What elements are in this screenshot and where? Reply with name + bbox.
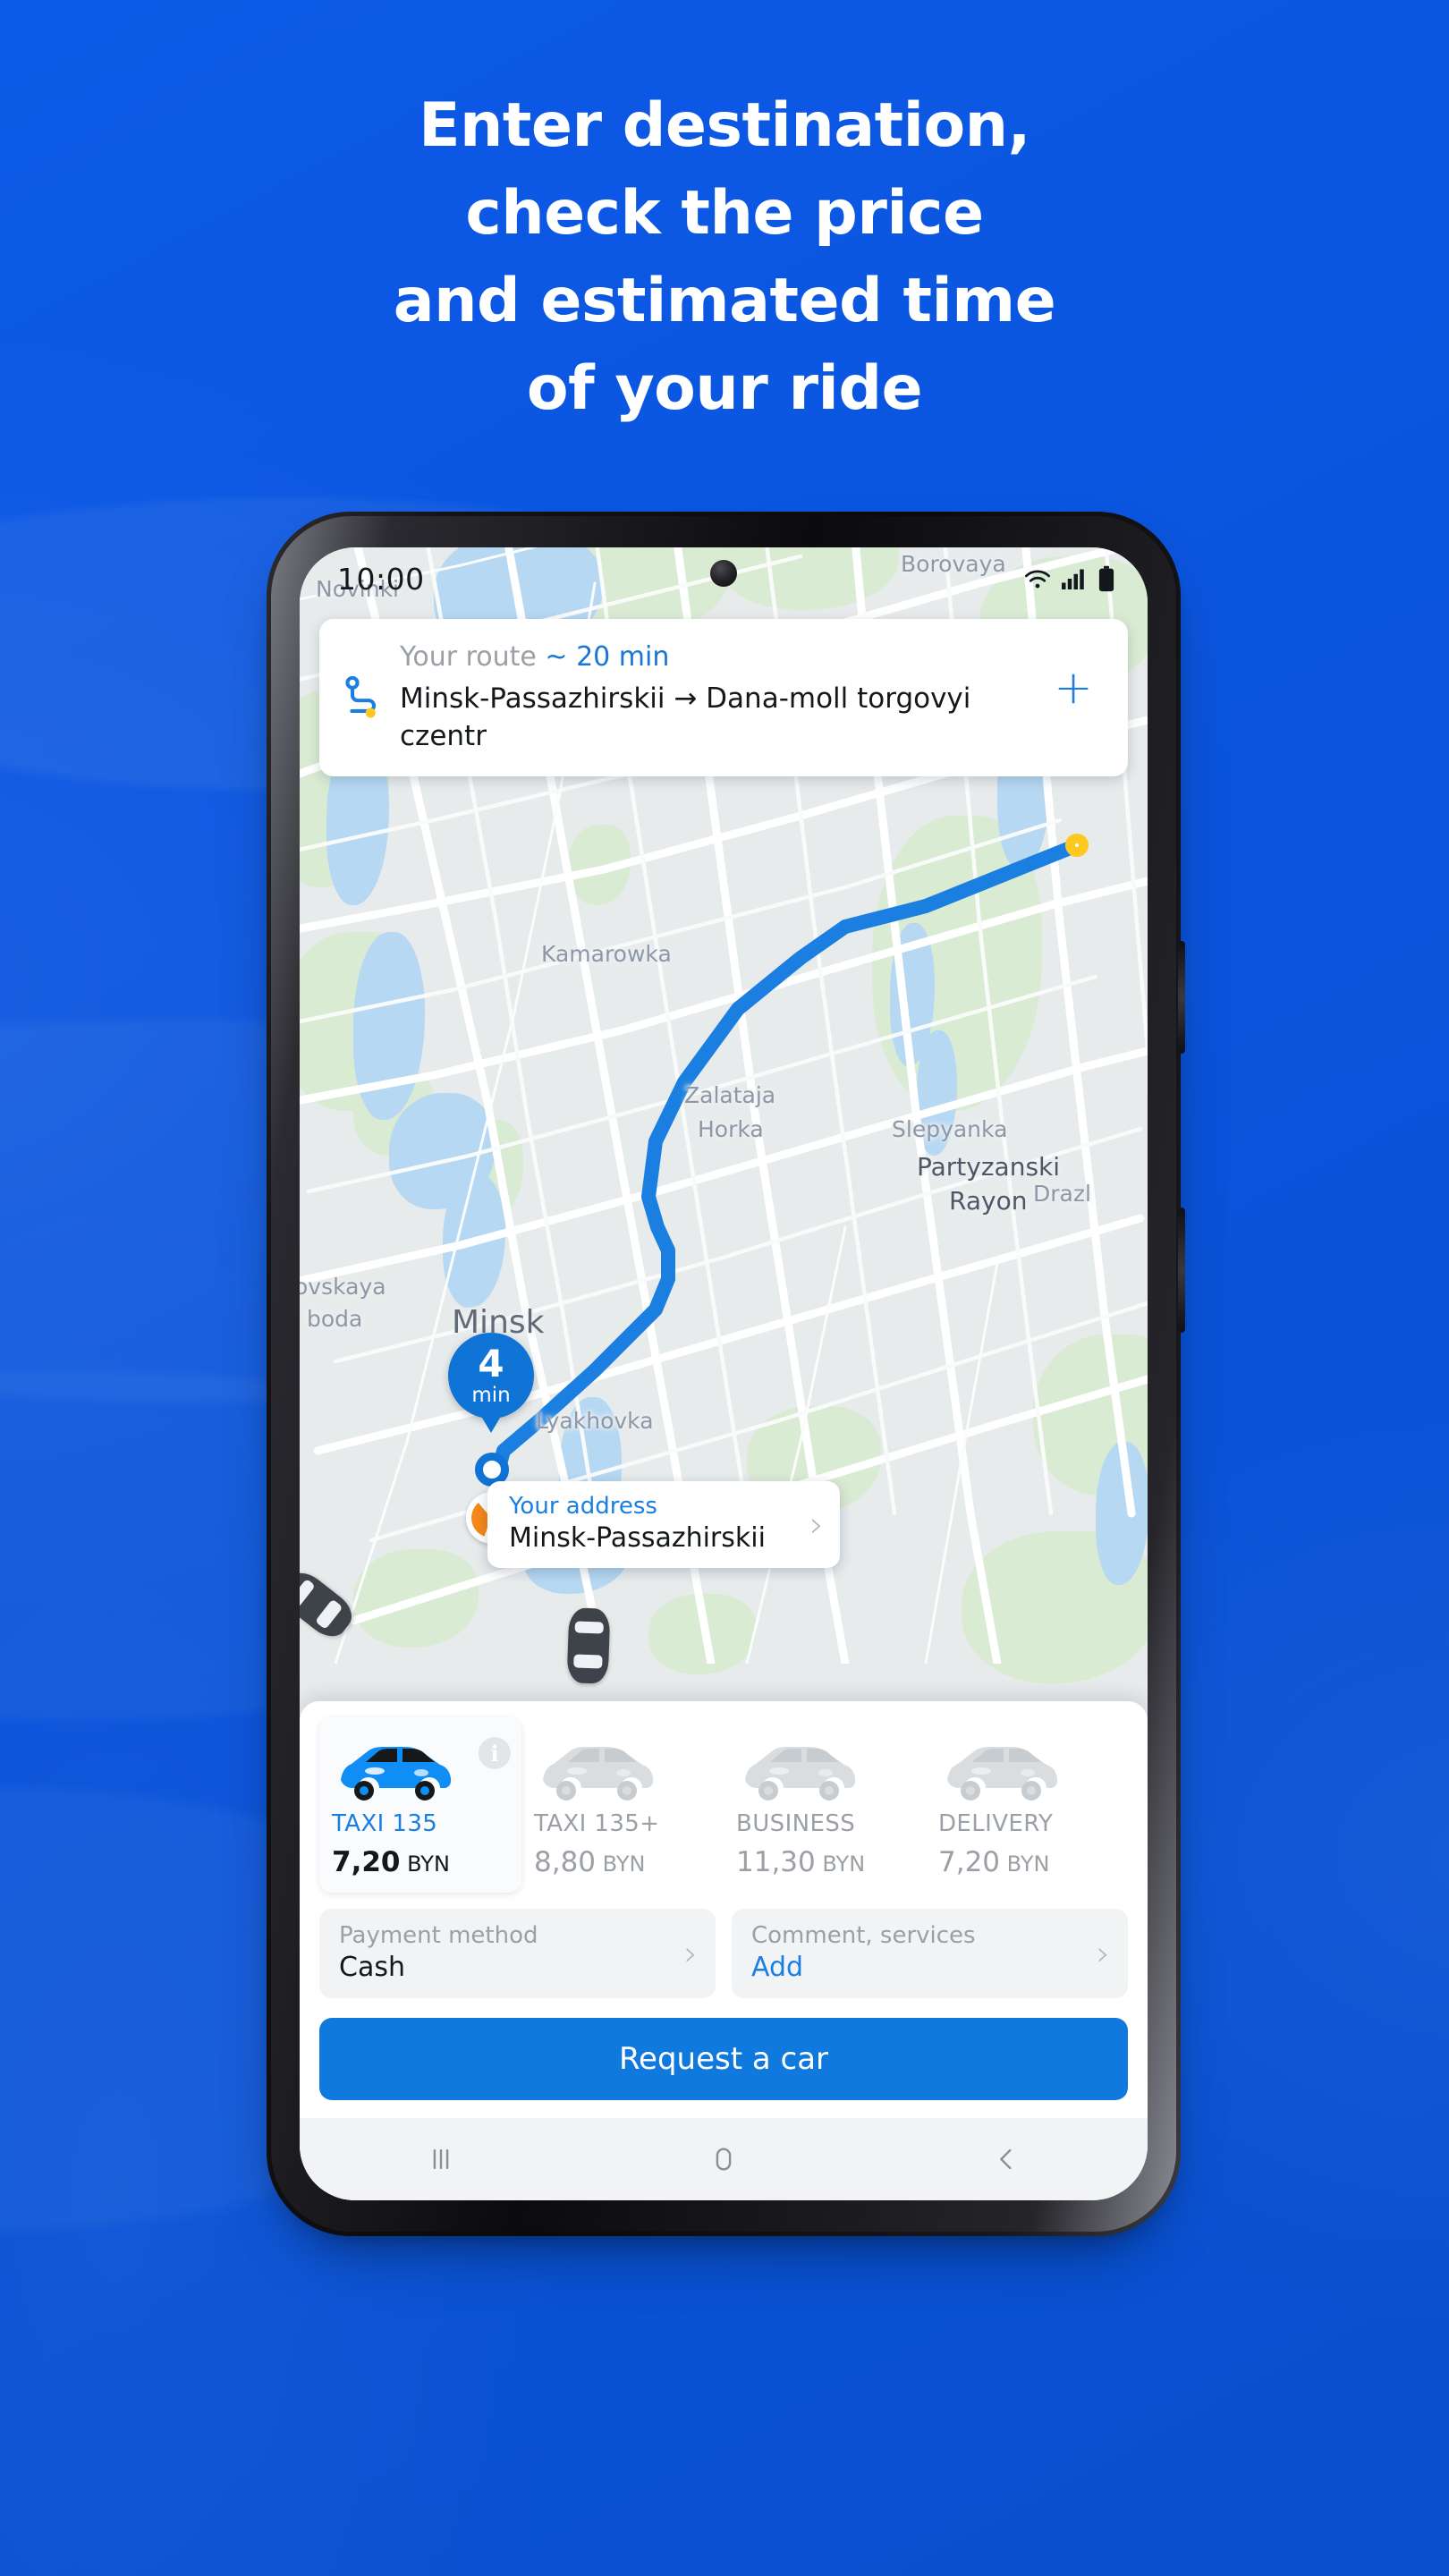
- address-value: Minsk-Passazhirskii: [509, 1522, 766, 1554]
- tariff-price-value: 8,80: [534, 1846, 597, 1878]
- route-label: Your route: [400, 641, 537, 673]
- option-comment-services[interactable]: Comment, services Add ›: [732, 1909, 1128, 1998]
- tariff-option-business[interactable]: BUSINESS 11,30 BYN: [724, 1717, 926, 1893]
- tariff-price: 7,20 BYN: [332, 1846, 514, 1878]
- option-payment-method[interactable]: Payment method Cash ›: [319, 1909, 716, 1998]
- map-label: Horka: [698, 1116, 764, 1142]
- tariff-currency: BYN: [1000, 1852, 1050, 1877]
- home-icon[interactable]: [670, 2144, 777, 2174]
- route-path-icon: [345, 675, 377, 718]
- tariff-name: DELIVERY: [938, 1810, 1054, 1837]
- map-label: Zalataja: [684, 1082, 776, 1108]
- chevron-right-icon: ›: [683, 1934, 698, 1973]
- bottom-sheet: i TAXI 135 7,20 BYN TAXI 135+ 8,80 BYN BUSINE…: [300, 1701, 1148, 2200]
- tariff-price-value: 7,20: [938, 1846, 1001, 1878]
- driver-car-marker[interactable]: [566, 1607, 611, 1684]
- route-icon: [343, 639, 394, 723]
- map-label: ovskaya: [300, 1274, 386, 1300]
- map-label: Kamarowka: [541, 941, 672, 967]
- map-label: Partyzanski: [917, 1152, 1061, 1182]
- volume-button[interactable]: [1178, 941, 1185, 1054]
- option-value: Cash: [339, 1952, 405, 1983]
- tariff-currency: BYN: [400, 1852, 450, 1877]
- car-illustration: [736, 1730, 919, 1807]
- option-value: Add: [751, 1952, 804, 1983]
- page-title: Enter destination, check the price and e…: [0, 82, 1449, 433]
- tariff-selector[interactable]: i TAXI 135 7,20 BYN TAXI 135+ 8,80 BYN BUSINE…: [319, 1717, 1128, 1893]
- map-label: boda: [307, 1306, 363, 1332]
- route-eta-line: Your route ~ 20 min: [400, 639, 1042, 676]
- wifi-icon: [1025, 570, 1051, 589]
- tariff-option-delivery[interactable]: DELIVERY 7,20 BYN: [926, 1717, 1128, 1893]
- option-label: Comment, services: [751, 1922, 976, 1949]
- tariff-currency: BYN: [815, 1852, 866, 1877]
- eta-pin: 4 min: [448, 1333, 534, 1419]
- phone-screen: Novinki Borovaya Kamarowka Zalataja Horka Sle…: [300, 547, 1148, 2200]
- headline-line-1: Enter destination,: [419, 90, 1030, 161]
- tariff-option-taxi-135[interactable]: TAXI 135+ 8,80 BYN: [521, 1717, 724, 1893]
- eta-pin-value: 4: [478, 1342, 504, 1385]
- add-stop-button[interactable]: +: [1042, 639, 1105, 737]
- map-label: Rayon: [949, 1186, 1028, 1216]
- tariff-price: 8,80 BYN: [534, 1846, 716, 1878]
- tariff-option-taxi-135[interactable]: i TAXI 135 7,20 BYN: [319, 1717, 521, 1893]
- recents-icon[interactable]: [387, 2144, 495, 2174]
- map-label: Slepyanka: [892, 1116, 1008, 1142]
- map-label: Lyakhovka: [536, 1408, 654, 1434]
- destination-marker[interactable]: [1065, 834, 1089, 857]
- headline-line-3: and estimated time: [393, 266, 1056, 336]
- chevron-right-icon: ›: [1096, 1934, 1110, 1973]
- status-bar-icons: [1022, 565, 1115, 592]
- eta-pin-unit: min: [471, 1384, 511, 1407]
- phone-mockup: Novinki Borovaya Kamarowka Zalataja Horka Sle…: [267, 512, 1185, 2236]
- map-label: Drazl: [1033, 1181, 1091, 1207]
- tariff-currency: BYN: [596, 1852, 646, 1877]
- order-options: Payment method Cash › Comment, services Add ›: [319, 1909, 1128, 1998]
- status-bar-time: 10:00: [337, 561, 425, 597]
- tariff-price-value: 11,30: [736, 1846, 816, 1878]
- cellular-signal-icon: [1062, 569, 1084, 589]
- tariff-name: TAXI 135: [332, 1810, 438, 1837]
- route-text: Your route ~ 20 min Minsk-Passazhirskii …: [394, 639, 1042, 755]
- request-car-button[interactable]: Request a car: [319, 2018, 1128, 2100]
- car-illustration: [534, 1730, 716, 1807]
- back-icon[interactable]: [953, 2144, 1060, 2174]
- tariff-name: TAXI 135+: [534, 1810, 660, 1837]
- address-label: Your address: [509, 1493, 657, 1520]
- tariff-info-icon[interactable]: i: [479, 1737, 511, 1769]
- front-camera-punchhole: [710, 560, 737, 587]
- tariff-price-value: 7,20: [332, 1846, 401, 1878]
- car-illustration: [938, 1730, 1121, 1807]
- headline-line-2: check the price: [465, 178, 984, 249]
- route-eta: ~ 20 min: [545, 641, 670, 673]
- route-summary-card[interactable]: Your route ~ 20 min Minsk-Passazhirskii …: [319, 619, 1128, 776]
- address-card[interactable]: Your address Minsk-Passazhirskii ›: [487, 1481, 840, 1568]
- route-path-text: Minsk-Passazhirskii → Dana-moll torgovyi…: [400, 682, 971, 752]
- tariff-price: 11,30 BYN: [736, 1846, 919, 1878]
- chevron-right-icon: ›: [809, 1504, 824, 1546]
- tariff-name: BUSINESS: [736, 1810, 856, 1837]
- battery-icon: [1098, 565, 1114, 592]
- tariff-price: 7,20 BYN: [938, 1846, 1121, 1878]
- android-navigation-bar: [300, 2118, 1148, 2200]
- power-button[interactable]: [1178, 1208, 1185, 1333]
- option-label: Payment method: [339, 1922, 538, 1949]
- headline-line-4: of your ride: [526, 353, 923, 424]
- promo-screenshot: Enter destination, check the price and e…: [0, 0, 1449, 2576]
